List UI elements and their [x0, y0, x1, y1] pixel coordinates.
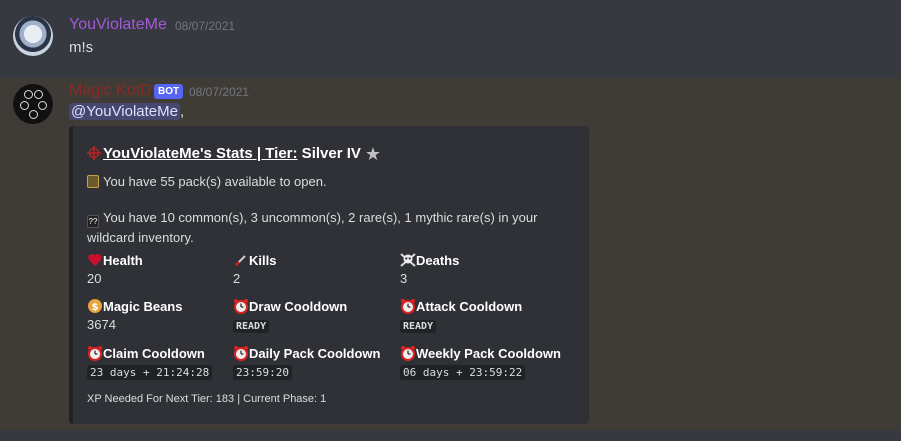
field-draw-cooldown: Draw Cooldown READY: [233, 298, 398, 333]
field-name: Attack Cooldown: [416, 299, 523, 314]
field-name: Draw Cooldown: [249, 299, 348, 314]
field-name: Health: [103, 253, 143, 268]
field-deaths: Deaths 3: [400, 252, 565, 286]
embed-title-tier-value: Silver IV: [297, 145, 361, 162]
wildcards-line: ?? You have 10 common(s), 3 uncommon(s), …: [87, 208, 567, 247]
field-name: Kills: [249, 253, 277, 268]
field-weekly-pack-cooldown: Weekly Pack Cooldown 06 days + 23:59:22: [400, 345, 565, 380]
packs-text: You have 55 pack(s) available to open.: [103, 174, 327, 189]
field-value: 20: [87, 271, 102, 286]
field-health: Health 20: [87, 252, 252, 286]
crosshair-icon: [87, 146, 101, 160]
heart-icon: [88, 254, 102, 266]
embed-title-tier-label: Tier:: [265, 145, 298, 162]
timestamp: 08/07/2021: [189, 85, 250, 99]
packs-line: You have 55 pack(s) available to open.: [87, 172, 567, 191]
field-attack-cooldown: Attack Cooldown READY: [400, 298, 565, 333]
field-name: Magic Beans: [103, 299, 183, 314]
field-value: READY: [233, 320, 270, 333]
field-value: 3674: [87, 317, 116, 332]
field-name: Weekly Pack Cooldown: [416, 346, 561, 361]
alarm-clock-icon: [234, 346, 248, 361]
star-icon: ★: [364, 144, 382, 164]
field-value: READY: [400, 320, 437, 333]
field-value: 3: [400, 271, 408, 286]
mention-line: @YouViolateMe,: [69, 103, 184, 120]
field-name: Daily Pack Cooldown: [249, 346, 381, 361]
divider: [0, 430, 901, 441]
message-youviolateme: YouViolateMe 08/07/2021 m!s: [0, 0, 901, 76]
mention-suffix: ,: [179, 103, 185, 120]
avatar[interactable]: [13, 16, 53, 56]
field-value: 2: [233, 271, 241, 286]
dagger-icon: [234, 255, 246, 267]
stats-embed: YouViolateMe's Stats | Tier: Silver IV ★ …: [69, 126, 589, 424]
pack-icon: [87, 175, 99, 188]
alarm-clock-icon: [88, 346, 102, 361]
bot-badge: BOT: [154, 84, 184, 99]
username[interactable]: Magic KotD: [69, 82, 152, 100]
timestamp: 08/07/2021: [175, 19, 236, 33]
field-daily-pack-cooldown: Daily Pack Cooldown 23:59:20: [233, 345, 398, 380]
wildcards-text: You have 10 common(s), 3 uncommon(s), 2 …: [87, 210, 538, 245]
embed-title: YouViolateMe's Stats | Tier: Silver IV ★: [87, 144, 381, 165]
embed-footer: XP Needed For Next Tier: 183 | Current P…: [87, 393, 327, 405]
field-magic-beans: $ Magic Beans 3674: [87, 298, 252, 332]
alarm-clock-icon: [401, 299, 415, 314]
embed-title-name: YouViolateMe's Stats: [103, 145, 253, 162]
embed-title-sep: |: [252, 145, 266, 162]
svg-text:$: $: [92, 302, 99, 313]
field-name: Claim Cooldown: [103, 346, 205, 361]
coin-icon: $: [88, 299, 102, 313]
username[interactable]: YouViolateMe: [69, 16, 167, 34]
field-value: 06 days + 23:59:22: [400, 365, 526, 380]
skull-crossbones-icon: [400, 253, 416, 267]
alarm-clock-icon: [401, 346, 415, 361]
field-value: 23:59:20: [233, 365, 292, 380]
message-content: m!s: [69, 39, 94, 56]
field-value: 23 days + 21:24:28: [87, 365, 213, 380]
card-icon: ??: [87, 215, 99, 228]
field-claim-cooldown: Claim Cooldown 23 days + 21:24:28: [87, 345, 252, 380]
user-mention[interactable]: @YouViolateMe: [69, 103, 180, 120]
alarm-clock-icon: [234, 299, 248, 314]
field-name: Deaths: [416, 253, 460, 268]
field-kills: Kills 2: [233, 252, 398, 286]
avatar[interactable]: [13, 84, 53, 124]
